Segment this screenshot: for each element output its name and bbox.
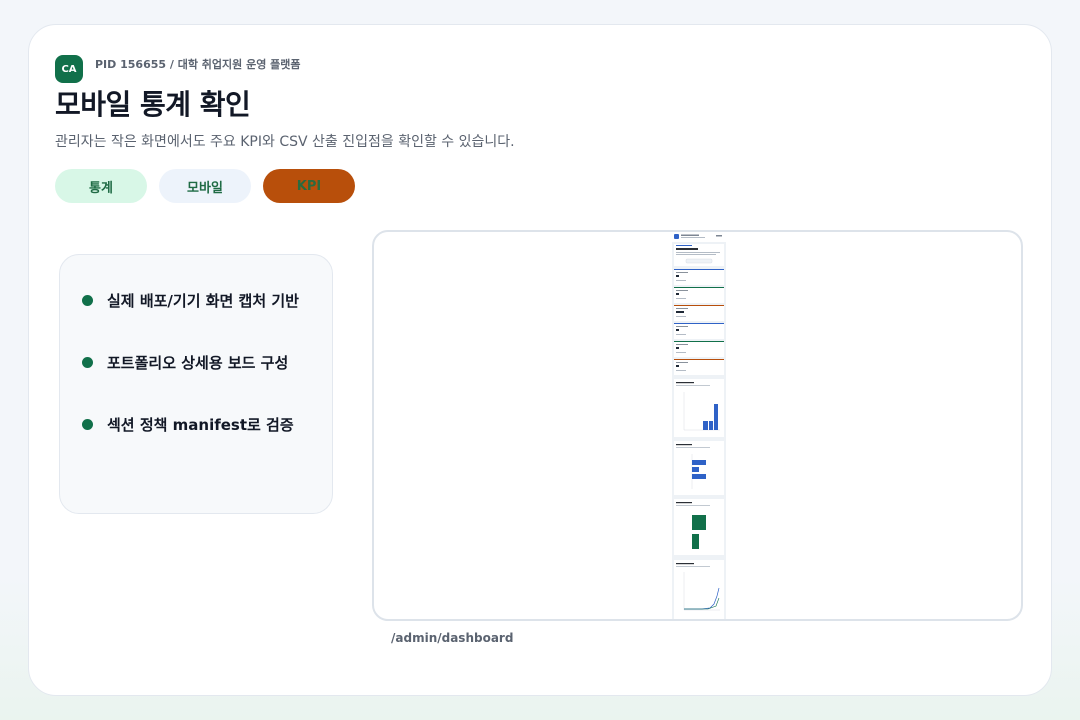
- bullet-icon: [82, 294, 93, 306]
- project-id: PID 156655 / 대학 취업지원 운영 플랫폼: [95, 58, 301, 71]
- feature-list: 실제 배포/기기 화면 캡처 기반 포트폴리오 상세용 보드 구성 섹션 정책 …: [59, 254, 333, 514]
- screenshot-caption: /admin/dashboard: [391, 631, 514, 645]
- screenshot-frame: [372, 230, 1023, 621]
- page-subtitle: 관리자는 작은 화면에서도 주요 KPI와 CSV 산출 진입점을 확인할 수 …: [55, 134, 515, 150]
- page-title: 모바일 통계 확인: [55, 88, 251, 121]
- chip-kpi[interactable]: KPI: [263, 169, 355, 203]
- mobile-dashboard-image: [672, 232, 726, 619]
- feature-text: 실제 배포/기기 화면 캡처 기반: [107, 291, 299, 310]
- feature-text: 섹션 정책 manifest로 검증: [107, 415, 294, 434]
- app-logo: CA: [55, 55, 83, 83]
- bullet-icon: [82, 418, 93, 430]
- feature-item: 포트폴리오 상세용 보드 구성: [60, 331, 332, 393]
- mobile-screenshot-thumbnail[interactable]: [672, 232, 726, 619]
- tag-chips: 통계 모바일 KPI: [55, 169, 355, 203]
- bullet-icon: [82, 356, 93, 368]
- showcase-card: CA PID 156655 / 대학 취업지원 운영 플랫폼 모바일 통계 확인…: [28, 24, 1052, 696]
- chip-stats[interactable]: 통계: [55, 169, 147, 203]
- feature-item: 실제 배포/기기 화면 캡처 기반: [60, 269, 332, 331]
- chip-mobile[interactable]: 모바일: [159, 169, 251, 203]
- feature-text: 포트폴리오 상세용 보드 구성: [107, 353, 289, 372]
- feature-item: 섹션 정책 manifest로 검증: [60, 393, 332, 455]
